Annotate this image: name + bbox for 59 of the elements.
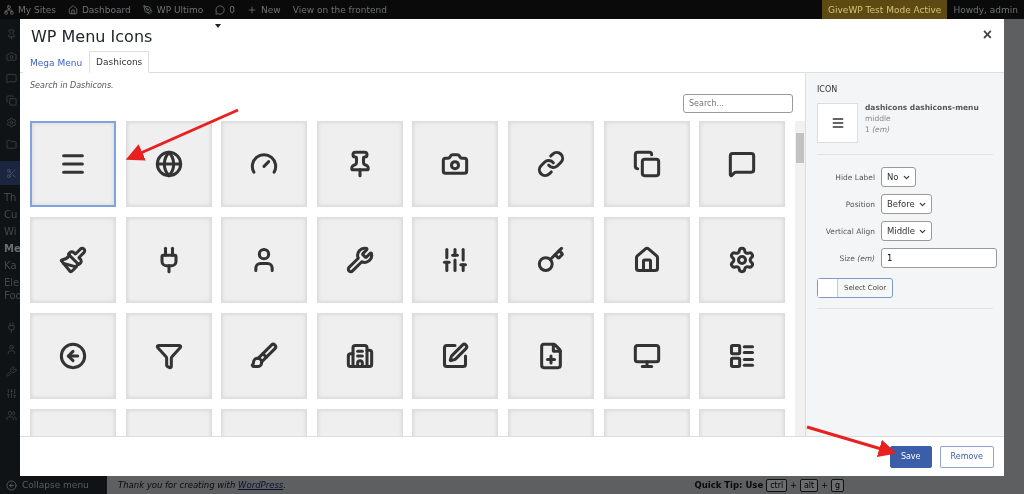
select-field[interactable]: Middle bbox=[881, 221, 933, 241]
caret-icon bbox=[215, 24, 222, 28]
sidebar-icon[interactable] bbox=[6, 167, 17, 179]
tab[interactable]: Dashicons bbox=[89, 51, 150, 73]
sliders-icon bbox=[441, 246, 470, 274]
funnel-icon bbox=[154, 342, 183, 370]
sidebar-item[interactable]: Me bbox=[4, 240, 22, 257]
save-button[interactable]: Save bbox=[889, 445, 932, 468]
toolbar-link[interactable]: Dashboard bbox=[81, 4, 131, 15]
icon-tile[interactable] bbox=[30, 121, 116, 207]
comment-icon bbox=[728, 150, 757, 178]
keyboard-key: g bbox=[830, 478, 844, 492]
toolbar-icon[interactable] bbox=[247, 4, 258, 15]
size-field[interactable]: 1 bbox=[881, 248, 997, 268]
paintbrush-icon bbox=[59, 246, 87, 274]
keyboard-key: ctrl bbox=[766, 478, 788, 492]
footer-text: Thank you for creating with WordPress. bbox=[118, 480, 286, 490]
section-heading: ICON bbox=[817, 85, 839, 94]
search-field[interactable]: Search... bbox=[683, 94, 793, 113]
toolbar-icon[interactable] bbox=[142, 4, 153, 15]
sidebar-icon[interactable] bbox=[6, 387, 17, 399]
toolbar-link[interactable]: 0 bbox=[229, 4, 236, 15]
quick-tip-label: Quick Tip: Use bbox=[694, 480, 764, 490]
close-button[interactable]: × bbox=[982, 27, 992, 43]
dialog-title: WP Menu Icons bbox=[31, 27, 153, 46]
search-hint: Search in Dashicons. bbox=[30, 81, 115, 90]
globe-icon bbox=[154, 150, 183, 178]
keyboard-key: alt bbox=[799, 478, 819, 492]
sidebar-icon[interactable] bbox=[6, 321, 17, 333]
toolbar-icon[interactable] bbox=[4, 4, 14, 15]
toolbar-link[interactable]: View on the frontend bbox=[292, 4, 387, 15]
select-field[interactable]: No bbox=[881, 167, 916, 187]
toolbar-icon[interactable] bbox=[215, 4, 226, 15]
camera-icon bbox=[441, 150, 470, 178]
layout-icon bbox=[728, 342, 757, 370]
toolbar-link[interactable]: New bbox=[261, 4, 281, 15]
menu-icon bbox=[830, 116, 845, 130]
link-icon bbox=[536, 150, 565, 178]
gear-icon bbox=[728, 246, 757, 274]
toolbar-link[interactable]: My Sites bbox=[18, 4, 56, 15]
copy-icon bbox=[632, 150, 661, 178]
key-icon bbox=[536, 246, 565, 274]
collapse-icon[interactable] bbox=[6, 479, 17, 491]
edit-icon bbox=[441, 342, 470, 370]
buildings-icon bbox=[345, 342, 374, 370]
collapse-menu[interactable]: Collapse menu bbox=[22, 480, 89, 490]
scrollbar[interactable] bbox=[795, 121, 805, 436]
select-field[interactable]: Before bbox=[881, 194, 932, 214]
house-icon bbox=[632, 246, 661, 274]
wrench-icon bbox=[345, 246, 374, 274]
account-greeting[interactable]: Howdy, admin bbox=[947, 4, 1024, 15]
key-separator: + bbox=[790, 480, 797, 490]
brush-icon bbox=[250, 342, 279, 370]
toolbar-link[interactable]: WP Ultimo bbox=[156, 4, 204, 15]
toolbar-icon[interactable] bbox=[67, 4, 78, 15]
key-separator: + bbox=[821, 480, 828, 490]
test-mode-notice[interactable]: GiveWP Test Mode Active bbox=[822, 0, 948, 19]
remove-button[interactable]: Remove bbox=[939, 445, 994, 468]
monitor-icon bbox=[632, 342, 661, 370]
